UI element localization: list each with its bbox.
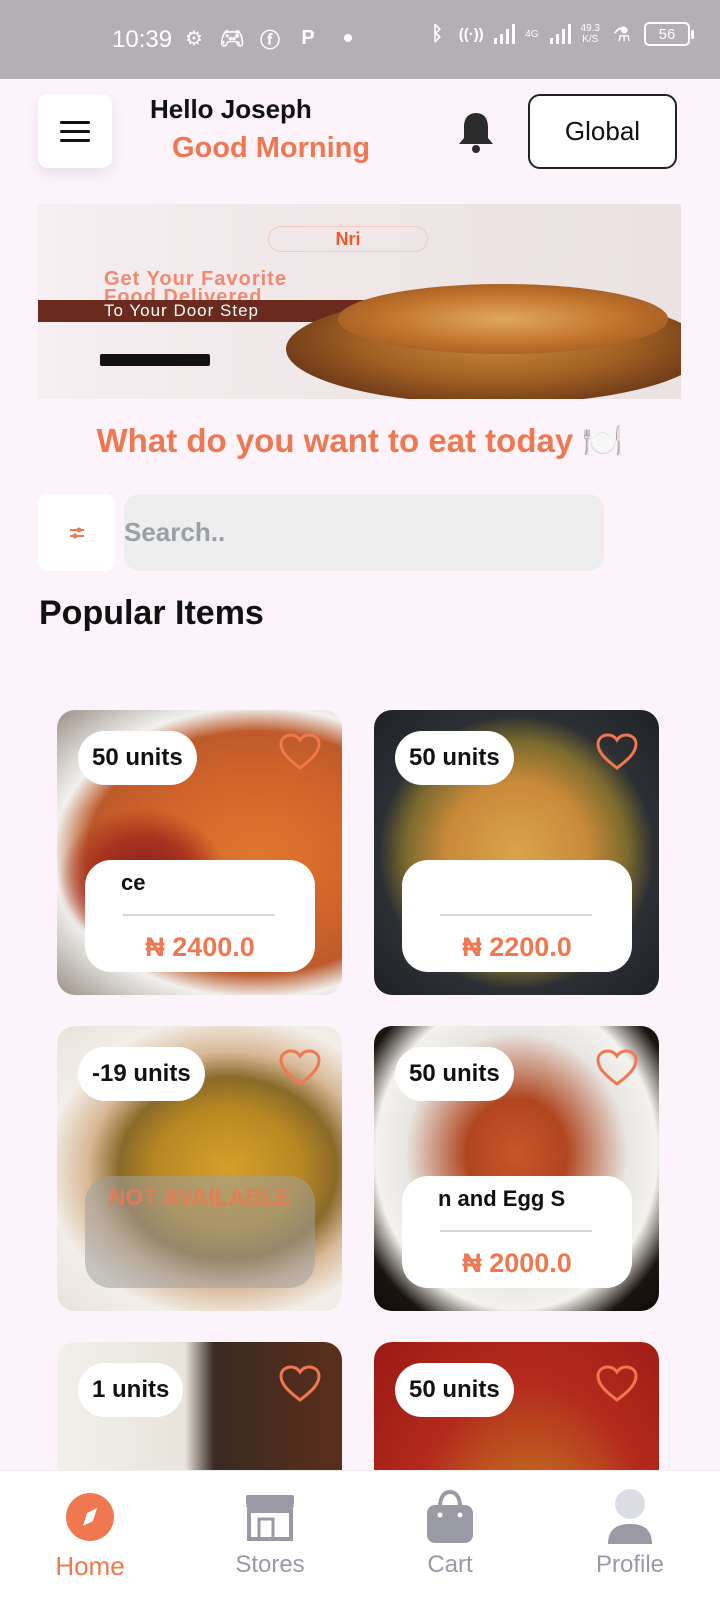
status-time: 10:39 xyxy=(112,26,173,53)
nav-profile[interactable]: Profile xyxy=(560,1489,700,1589)
food-card-6[interactable]: 50 units xyxy=(374,1342,659,1470)
filter-sliders-icon xyxy=(69,527,84,538)
nav-stores[interactable]: Stores xyxy=(200,1489,340,1589)
units-badge: 50 units xyxy=(395,1047,514,1101)
menu-button[interactable] xyxy=(38,94,112,168)
food-info-card: n and Egg S ₦ 2000.0 xyxy=(402,1176,632,1288)
banner-food-image xyxy=(338,284,668,354)
network-type: 4G xyxy=(525,28,539,40)
signal-icon-2 xyxy=(549,24,571,44)
nav-profile-label: Profile xyxy=(595,1551,665,1578)
network-speed: 49.3 K/S xyxy=(581,23,600,45)
favorite-heart-icon[interactable] xyxy=(278,1364,322,1404)
user-profile-icon xyxy=(602,1489,658,1545)
facebook-icon: ⓕ xyxy=(260,29,280,52)
battery-level: 56 xyxy=(658,25,676,43)
what-to-eat-heading: What do you want to eat today 🍽️ xyxy=(96,422,624,459)
food-name: ce xyxy=(121,870,146,895)
not-available-label: NOT AVAILABLE xyxy=(108,1184,292,1210)
food-name: n and Egg S xyxy=(438,1186,566,1211)
google-play-badge xyxy=(100,354,210,366)
nav-stores-label: Stores xyxy=(235,1551,305,1578)
status-notification-icons: ⚙ 🎮︎ ⓕ P xyxy=(182,26,352,52)
bottom-navigation: Home Stores Cart Profile xyxy=(0,1470,720,1599)
food-card-5[interactable]: 1 units xyxy=(57,1342,342,1470)
nav-cart-label: Cart xyxy=(427,1551,473,1578)
hello-text: Hello Joseph xyxy=(150,94,312,124)
not-available-overlay: NOT AVAILABLE xyxy=(85,1176,315,1288)
food-card-4[interactable]: 50 units n and Egg S ₦ 2000.0 xyxy=(374,1026,659,1311)
favorite-heart-icon[interactable] xyxy=(278,1048,322,1088)
hamburger-line xyxy=(60,138,90,142)
battery-icon: 56 xyxy=(644,22,694,46)
network-speed-unit: K/S xyxy=(582,34,599,45)
units-badge: 50 units xyxy=(395,1363,514,1417)
nav-home[interactable]: Home xyxy=(20,1489,160,1589)
food-price: ₦ 2400.0 xyxy=(145,932,255,962)
network-speed-value: 49.3 xyxy=(580,23,600,34)
hamburger-line xyxy=(60,129,90,133)
nav-cart[interactable]: Cart xyxy=(380,1489,520,1589)
favorite-heart-icon[interactable] xyxy=(595,732,639,772)
banner-brand-logo: Nri xyxy=(268,226,428,252)
status-bar: 10:39 ⚙ 🎮︎ ⓕ P ᛒ ((·)) 4G 49.3 K/S ⚗ 56 xyxy=(0,0,720,79)
favorite-heart-icon[interactable] xyxy=(595,1364,639,1404)
units-badge: 50 units xyxy=(395,731,514,785)
popular-items-grid: 50 units ce ₦ 2400.0 50 units ₦ 2200.0 -… xyxy=(57,710,664,1470)
search-input[interactable] xyxy=(124,494,604,571)
filter-button[interactable] xyxy=(38,494,115,571)
food-price: ₦ 2200.0 xyxy=(462,932,572,962)
food-info-card: ce ₦ 2400.0 xyxy=(85,860,315,972)
settings-gear-icon: ⚙ xyxy=(185,27,203,50)
food-card-1[interactable]: 50 units ce ₦ 2400.0 xyxy=(57,710,342,995)
food-card-2[interactable]: 50 units ₦ 2200.0 xyxy=(374,710,659,995)
divider xyxy=(440,914,592,916)
gamepad-icon: 🎮︎ xyxy=(219,27,245,50)
status-system-icons: ᛒ ((·)) 4G 49.3 K/S ⚗ 56 xyxy=(425,22,694,46)
units-badge: 50 units xyxy=(78,731,197,785)
compass-icon xyxy=(62,1489,118,1545)
hamburger-menu-icon xyxy=(60,120,90,124)
hotspot-icon: ((·)) xyxy=(458,25,484,43)
region-global-button[interactable]: Global xyxy=(528,94,677,169)
units-badge: 1 units xyxy=(78,1363,184,1417)
food-card-3[interactable]: -19 units NOT AVAILABLE xyxy=(57,1026,342,1311)
favorite-heart-icon[interactable] xyxy=(595,1048,639,1088)
more-notifications-dot-icon xyxy=(344,34,352,42)
promo-banner[interactable]: Nri Get Your Favorite Food Delivered To … xyxy=(38,204,681,399)
p-app-icon: P xyxy=(301,26,315,49)
flask-icon: ⚗ xyxy=(613,23,631,46)
favorite-heart-icon[interactable] xyxy=(278,732,322,772)
units-badge: -19 units xyxy=(78,1047,205,1101)
store-icon xyxy=(242,1489,298,1545)
food-info-card: ₦ 2200.0 xyxy=(402,860,632,972)
popular-items-title: Popular Items xyxy=(39,594,264,632)
shopping-bag-icon xyxy=(422,1489,478,1545)
divider xyxy=(440,1230,592,1232)
food-price: ₦ 2000.0 xyxy=(462,1248,572,1278)
nav-home-label: Home xyxy=(55,1551,125,1581)
signal-icon xyxy=(494,24,516,44)
notification-bell-icon[interactable] xyxy=(456,110,496,154)
greeting-text: Good Morning xyxy=(172,132,371,164)
divider xyxy=(123,914,275,916)
bluetooth-icon: ᛒ xyxy=(431,22,444,45)
